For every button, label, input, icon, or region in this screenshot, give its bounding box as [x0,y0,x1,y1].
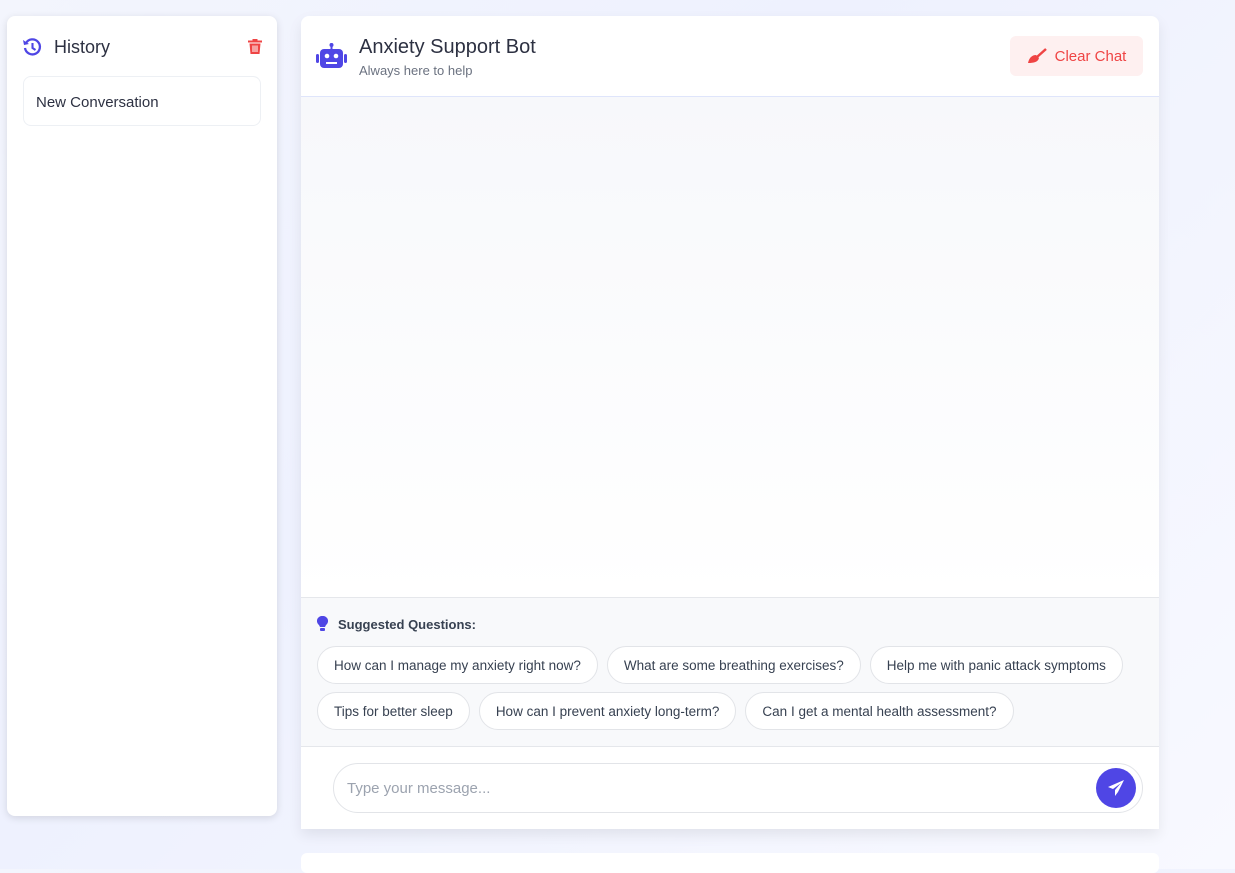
suggestion-chip[interactable]: How can I prevent anxiety long-term? [478,692,737,730]
suggestion-chip[interactable]: How can I manage my anxiety right now? [317,646,598,684]
history-icon [23,38,42,56]
message-composer [333,763,1143,813]
suggestion-chip[interactable]: Can I get a mental health assessment? [745,692,1014,730]
paper-plane-icon [1108,780,1124,796]
send-button[interactable] [1096,768,1136,808]
chat-subtitle: Always here to help [359,63,473,78]
conversation-item[interactable]: New Conversation [23,76,261,126]
suggestion-chip[interactable]: Help me with panic attack symptoms [869,646,1123,684]
clear-chat-button[interactable]: Clear Chat [1010,36,1143,76]
chat-header: Anxiety Support Bot Always here to help … [301,16,1159,97]
suggested-header: Suggested Questions: [317,616,1143,632]
message-input[interactable] [334,764,1074,812]
suggested-questions: Suggested Questions: How can I manage my… [301,597,1159,747]
suggestion-chip[interactable]: Tips for better sleep [317,692,470,730]
lower-panel-edge [301,853,1159,873]
broom-icon [1027,48,1047,63]
suggestion-chip[interactable]: What are some breathing exercises? [606,646,861,684]
history-sidebar: History New Conversation [7,16,277,816]
chat-panel: Anxiety Support Bot Always here to help … [301,16,1159,829]
suggested-title: Suggested Questions: [338,616,476,632]
lightbulb-icon [317,616,328,631]
chat-title: Anxiety Support Bot [359,36,536,58]
history-title: History [54,36,111,57]
clear-chat-label: Clear Chat [1054,47,1127,65]
message-area [301,97,1159,597]
history-header: History [22,36,262,58]
robot-icon [316,43,347,68]
trash-icon[interactable] [248,39,262,54]
